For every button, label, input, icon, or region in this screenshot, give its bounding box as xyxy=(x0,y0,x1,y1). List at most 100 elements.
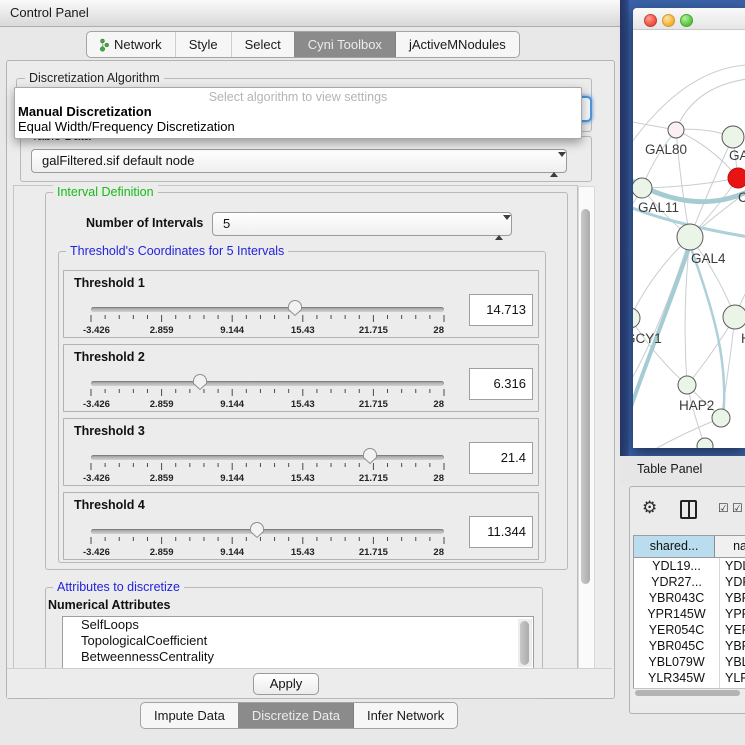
tab-select[interactable]: Select xyxy=(231,32,294,57)
network-node-gal80[interactable] xyxy=(668,122,684,138)
network-edge xyxy=(690,237,735,317)
network-canvas[interactable]: GAL80GACGAL11GAL4GCY1HHAP2 xyxy=(633,29,745,448)
slider-thumb[interactable] xyxy=(249,521,265,539)
shared-name-cell[interactable]: YDR27... xyxy=(634,574,720,590)
slider-track[interactable] xyxy=(91,307,444,312)
table-panel: ⚙ ☑ ☑ shared... na YDL19...YDL1YDR27...Y… xyxy=(629,486,745,714)
shared-name-cell[interactable]: YBR045C xyxy=(634,638,720,654)
network-node-gal11[interactable] xyxy=(633,178,652,198)
shared-name-cell[interactable]: YDL19... xyxy=(634,558,720,574)
node-label: HAP2 xyxy=(679,398,714,413)
main-vertical-scrollbar[interactable] xyxy=(578,186,595,669)
column-header-shared-name[interactable]: shared... xyxy=(634,536,715,557)
name-cell[interactable]: YBLO xyxy=(720,654,745,670)
slider-thumb[interactable] xyxy=(362,447,378,465)
tab-cyni-toolbox[interactable]: Cyni Toolbox xyxy=(294,32,395,57)
attribute-item[interactable]: BetweennessCentrality xyxy=(63,649,533,665)
table-header-row: shared... na xyxy=(634,536,745,558)
gear-icon[interactable]: ⚙ xyxy=(642,499,657,516)
network-node-h[interactable] xyxy=(723,305,745,329)
checkbox-icon[interactable]: ☑ xyxy=(718,501,729,515)
svg-text:2.859: 2.859 xyxy=(150,399,174,410)
network-node[interactable] xyxy=(712,409,730,427)
table-row[interactable]: YDL19...YDL1 xyxy=(634,558,745,574)
slider-ticks: -3.4262.8599.14415.4321.71528 xyxy=(64,388,538,410)
node-label: GAL4 xyxy=(691,251,726,266)
bottom-tab-impute-data[interactable]: Impute Data xyxy=(141,703,238,728)
attributes-list-scrollbar[interactable] xyxy=(518,619,532,667)
shared-name-cell[interactable]: YLR345W xyxy=(634,670,720,686)
slider-track[interactable] xyxy=(91,381,444,386)
slider-thumb[interactable] xyxy=(192,373,208,391)
minimize-traffic-light[interactable] xyxy=(662,14,675,27)
slider-thumb[interactable] xyxy=(287,299,303,317)
table-row[interactable]: YDR27...YDR2 xyxy=(634,574,745,590)
interval-definition-title: Interval Definition xyxy=(53,185,158,199)
close-traffic-light[interactable] xyxy=(644,14,657,27)
zoom-traffic-light[interactable] xyxy=(680,14,693,27)
attribute-item[interactable]: SelfLoops xyxy=(63,617,533,633)
network-edge xyxy=(633,237,690,318)
column-header-name[interactable]: na xyxy=(715,536,745,557)
network-edge xyxy=(633,237,690,391)
shared-name-cell[interactable]: YBR043C xyxy=(634,590,720,606)
attribute-item[interactable]: TopologicalCoefficient xyxy=(63,633,533,649)
table-row[interactable]: YBL079WYBLO xyxy=(634,654,745,670)
table-row[interactable]: YER054CYERO xyxy=(634,622,745,638)
threshold-value-field[interactable]: 14.713 xyxy=(469,294,533,326)
tab-network[interactable]: Network xyxy=(87,32,175,57)
name-cell[interactable]: YERO xyxy=(720,622,745,638)
apply-button[interactable]: Apply xyxy=(253,673,319,695)
table-row[interactable]: YLR345WYLR3 xyxy=(634,670,745,686)
tab-jactivemnodules[interactable]: jActiveMNodules xyxy=(395,32,519,57)
network-node[interactable] xyxy=(697,438,713,448)
name-cell[interactable]: YDL1 xyxy=(720,558,745,574)
svg-text:15.43: 15.43 xyxy=(291,399,315,410)
slider-ticks: -3.4262.8599.14415.4321.71528 xyxy=(64,536,538,558)
table-row[interactable]: YBR043CYBRO xyxy=(634,590,745,606)
split-columns-icon[interactable] xyxy=(680,500,697,519)
name-cell[interactable]: YPR1 xyxy=(720,606,745,622)
network-window-titlebar[interactable] xyxy=(633,8,745,30)
bottom-tab-discretize-data[interactable]: Discretize Data xyxy=(238,703,353,728)
svg-text:9.144: 9.144 xyxy=(220,473,244,484)
scrollbar-thumb[interactable] xyxy=(581,209,590,584)
shared-name-cell[interactable]: YER054C xyxy=(634,622,720,638)
hscroll-thumb[interactable] xyxy=(635,690,740,696)
network-node-hap2[interactable] xyxy=(678,376,696,394)
name-cell[interactable]: YDR2 xyxy=(720,574,745,590)
numerical-attributes-list[interactable]: SelfLoopsTopologicalCoefficientBetweenne… xyxy=(62,616,534,670)
threshold-label: Threshold 2 xyxy=(74,350,145,364)
checkbox-icon[interactable]: ☑ xyxy=(732,501,743,515)
network-node-c[interactable] xyxy=(728,168,745,188)
threshold-value-field[interactable]: 11.344 xyxy=(469,516,533,548)
name-cell[interactable]: YLR3 xyxy=(720,670,745,686)
slider-track[interactable] xyxy=(91,455,444,460)
algorithm-option-equal-width[interactable]: Equal Width/Frequency Discretization xyxy=(18,119,235,134)
tab-style[interactable]: Style xyxy=(175,32,231,57)
threshold-panel-1: Threshold 1-3.4262.8599.14415.4321.71528… xyxy=(63,270,539,338)
network-node-gal4[interactable] xyxy=(677,224,703,250)
shared-name-cell[interactable]: YBL079W xyxy=(634,654,720,670)
algorithm-option-manual[interactable]: Manual Discretization xyxy=(18,104,152,119)
name-cell[interactable]: YBRO xyxy=(720,590,745,606)
table-data-combo[interactable]: galFiltered.sif default node xyxy=(31,149,567,173)
combo-arrows-icon[interactable] xyxy=(550,154,558,176)
table-row[interactable]: YBR045CYBRO xyxy=(634,638,745,654)
threshold-value-field[interactable]: 6.316 xyxy=(469,368,533,400)
threshold-value-field[interactable]: 21.4 xyxy=(469,442,533,474)
number-of-intervals-spinner[interactable]: 5 xyxy=(212,212,512,236)
shared-name-cell[interactable]: YPR145W xyxy=(634,606,720,622)
table-row[interactable]: YPR145WYPR1 xyxy=(634,606,745,622)
tab-label: Style xyxy=(189,37,218,52)
threshold-panel-4: Threshold 4-3.4262.8599.14415.4321.71528… xyxy=(63,492,539,560)
bottom-tab-infer-network[interactable]: Infer Network xyxy=(353,703,457,728)
spinner-arrows-icon[interactable] xyxy=(495,217,503,239)
network-node-ga[interactable] xyxy=(722,126,744,148)
name-cell[interactable]: YBRO xyxy=(720,638,745,654)
network-node-gcy1[interactable] xyxy=(633,308,640,328)
slider-track[interactable] xyxy=(91,529,444,534)
table-horizontal-scrollbar[interactable] xyxy=(633,688,745,698)
attributes-scrollbar-thumb[interactable] xyxy=(520,621,529,665)
svg-text:2.859: 2.859 xyxy=(150,473,174,484)
